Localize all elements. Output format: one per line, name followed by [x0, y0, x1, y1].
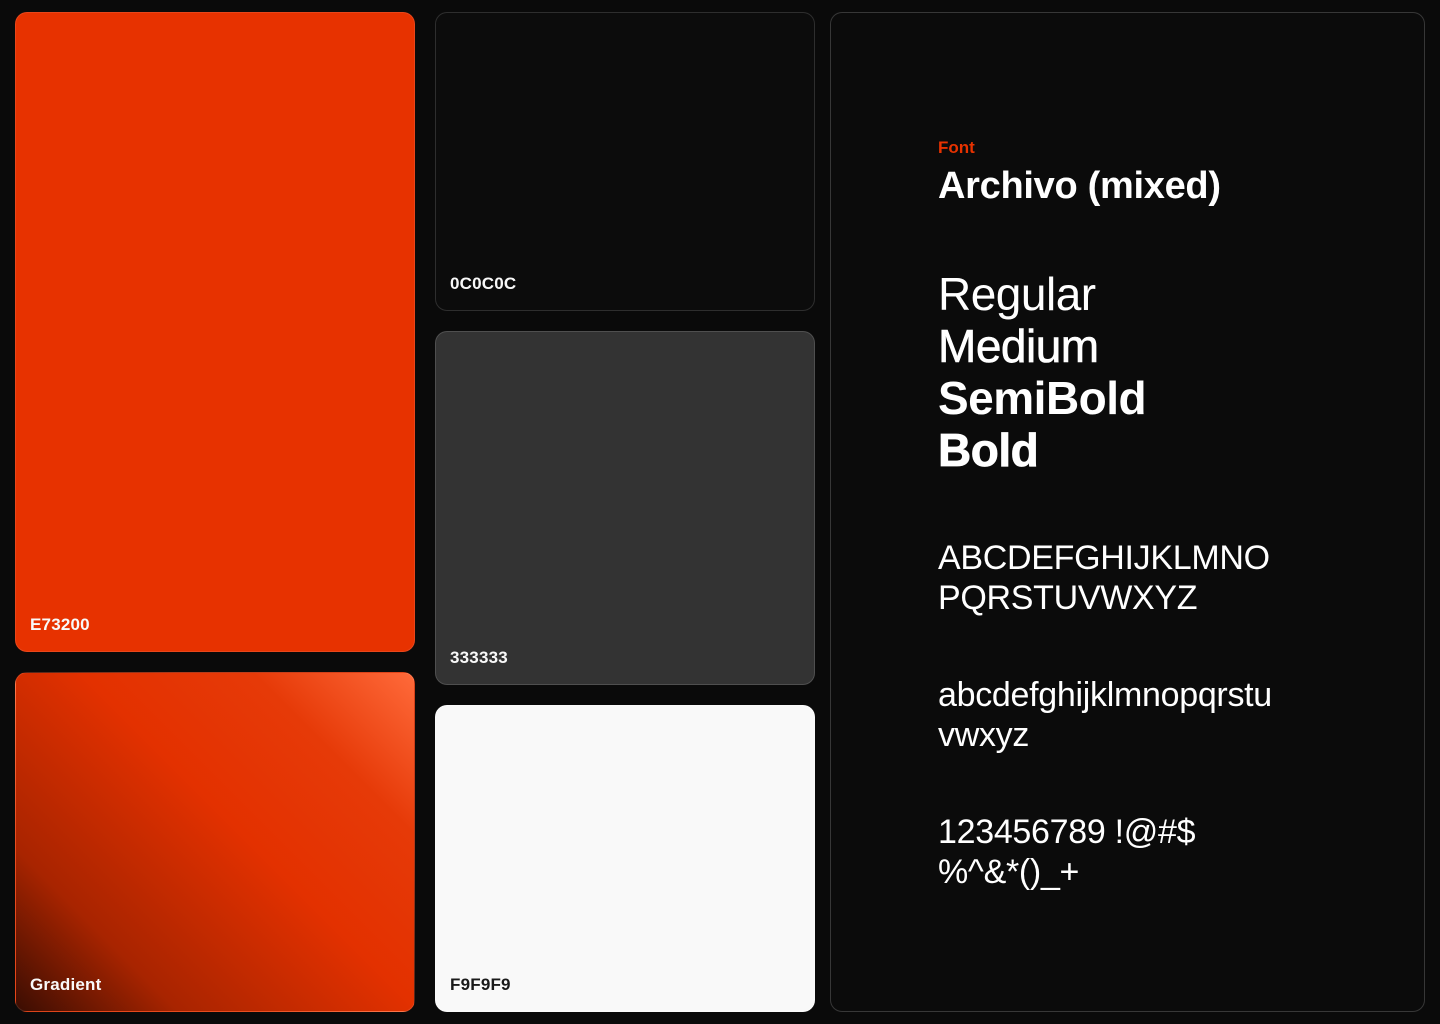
numeral-glyphs: 123456789 !@#$ %^&*()_+	[938, 812, 1408, 892]
uppercase-line-1: ABCDEFGHIJKLMNO	[938, 539, 1270, 577]
swatch-label-gradient: Gradient	[30, 975, 102, 994]
numerals-line-2: %^&*()_+	[938, 853, 1080, 891]
swatch-label-white: F9F9F9	[450, 975, 511, 994]
lowercase-line-1: abcdefghijklmnopqrstu	[938, 676, 1272, 714]
font-caption: Font	[938, 138, 975, 157]
swatch-label-gray: 333333	[450, 648, 508, 667]
uppercase-line-2: PQRSTUVWXYZ	[938, 579, 1198, 617]
lowercase-glyphs: abcdefghijklmnopqrstu vwxyz	[938, 675, 1408, 755]
font-specimen-panel: Font Archivo (mixed) Regular Medium Semi…	[830, 12, 1425, 1012]
font-name: Archivo (mixed)	[938, 165, 1221, 207]
font-specimen-content: Font Archivo (mixed) Regular Medium Semi…	[938, 138, 1408, 892]
font-weights-list: Regular Medium SemiBold Bold	[938, 268, 1408, 476]
color-swatch-gradient: Gradient	[15, 672, 415, 1012]
color-swatch-black: 0C0C0C	[435, 12, 815, 311]
uppercase-glyphs: ABCDEFGHIJKLMNO PQRSTUVWXYZ	[938, 538, 1408, 618]
weight-medium: Medium	[938, 320, 1100, 373]
brand-guidelines-page: E73200 Gradient 0C0C0C 333333 F9F9F9 Fon…	[0, 0, 1440, 1024]
lowercase-line-2: vwxyz	[938, 716, 1030, 754]
weight-regular: Regular	[938, 268, 1096, 320]
swatch-label-black: 0C0C0C	[450, 274, 517, 293]
weight-semibold: SemiBold	[938, 372, 1147, 424]
numerals-line-1: 123456789 !@#$	[938, 813, 1196, 851]
color-swatch-gray: 333333	[435, 331, 815, 685]
swatch-label-orange: E73200	[30, 615, 90, 634]
weight-bold: Bold	[938, 424, 1040, 477]
color-swatch-orange: E73200	[15, 12, 415, 652]
color-swatch-white: F9F9F9	[435, 705, 815, 1012]
